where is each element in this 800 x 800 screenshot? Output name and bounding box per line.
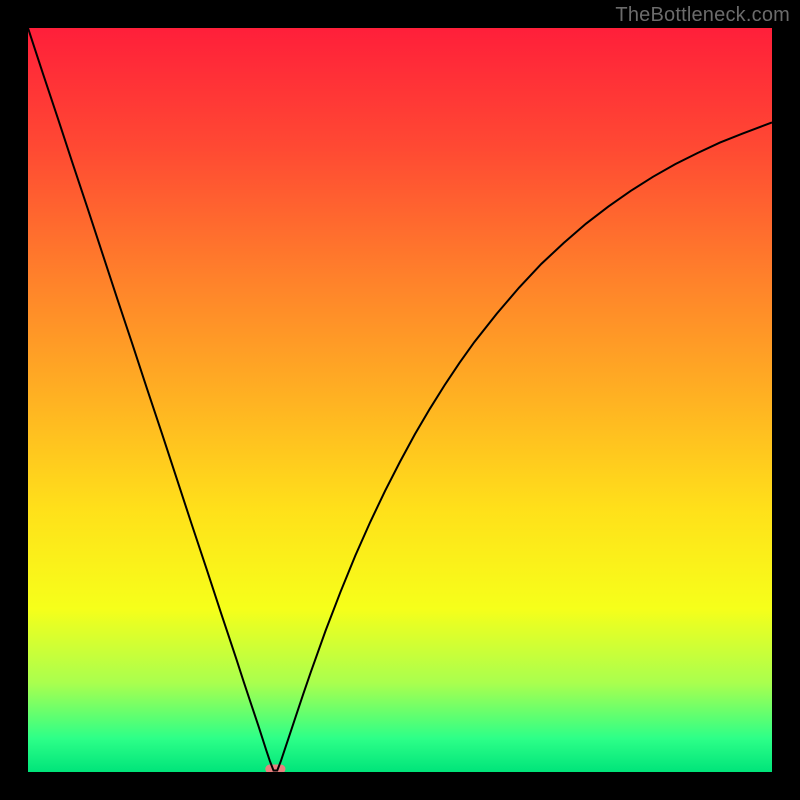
- chart-svg: [28, 28, 772, 772]
- gradient-background: [28, 28, 772, 772]
- chart-frame: [28, 28, 772, 772]
- watermark-text: TheBottleneck.com: [615, 4, 790, 27]
